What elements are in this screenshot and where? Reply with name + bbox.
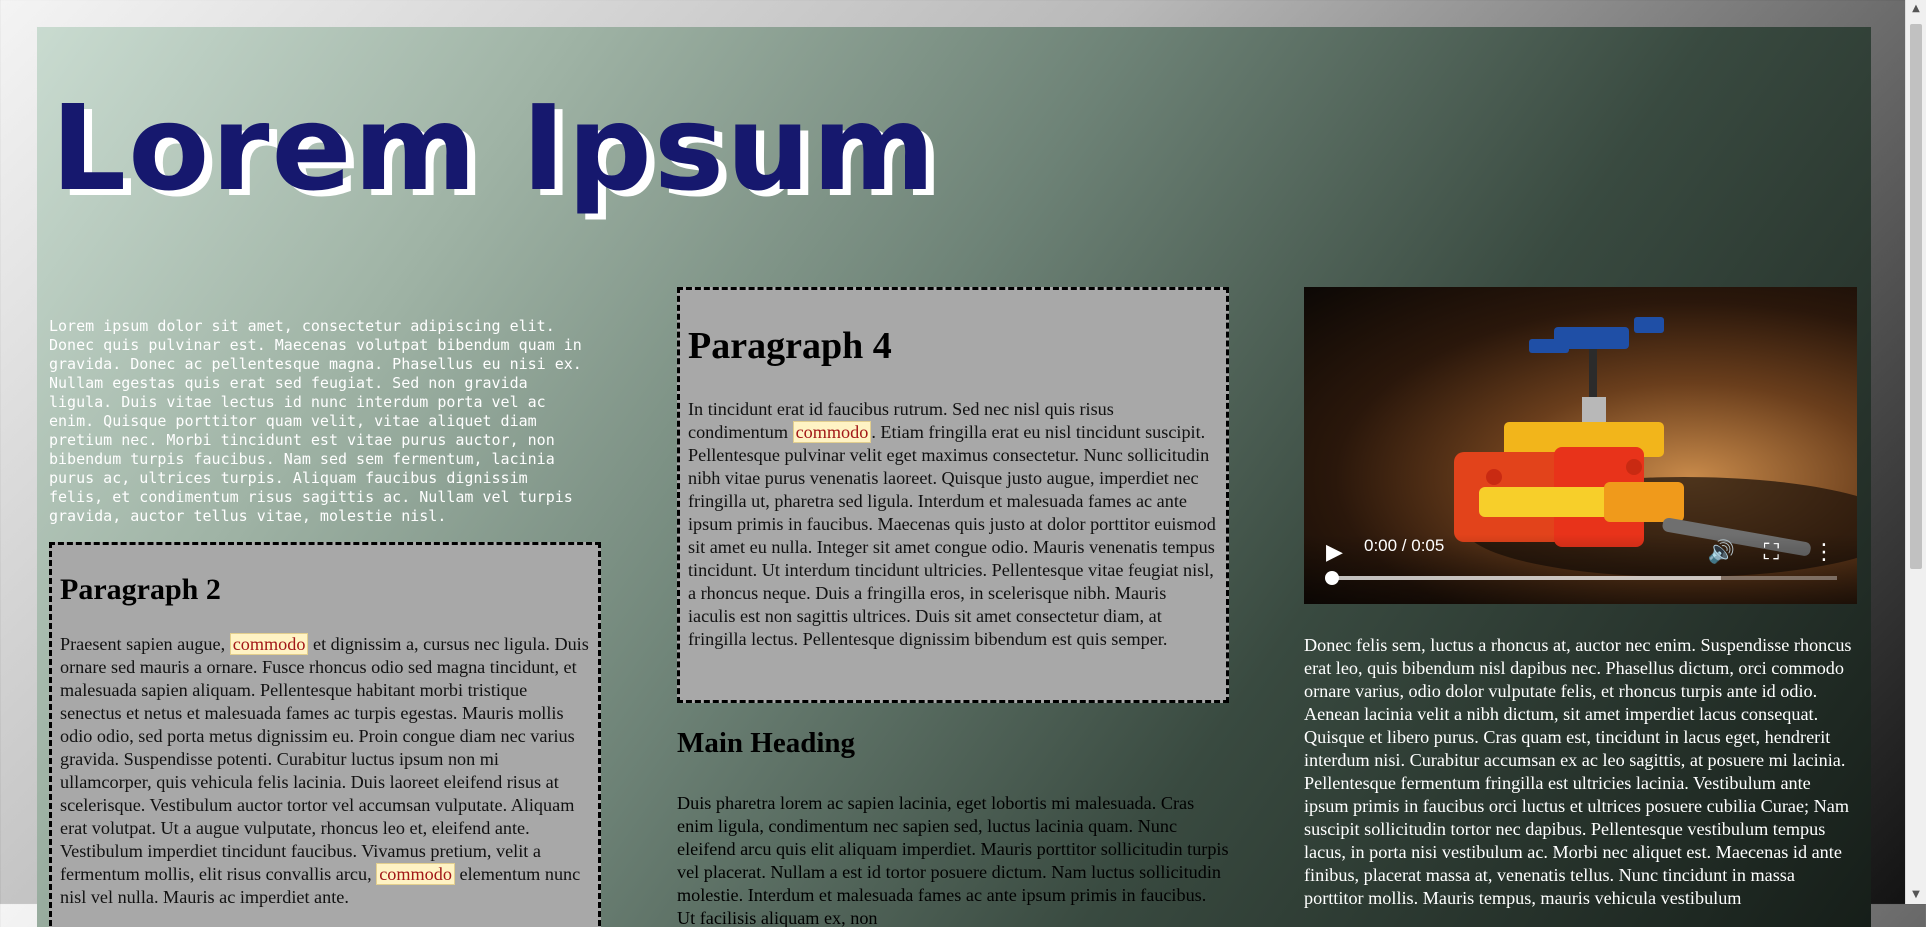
play-icon[interactable]: ▶ bbox=[1326, 542, 1343, 564]
video-player[interactable]: ▶ 0:00 / 0:05 🔊 ⛶ ⋮ bbox=[1304, 287, 1857, 604]
video-progress-bar[interactable] bbox=[1325, 571, 1837, 585]
paragraph-4-text: In tincidunt erat id faucibus rutrum. Se… bbox=[688, 398, 1218, 651]
video-controls: ▶ 0:00 / 0:05 🔊 ⛶ ⋮ bbox=[1304, 534, 1857, 604]
page-title: Lorem Ipsum bbox=[51, 79, 938, 217]
left-column: Lorem ipsum dolor sit amet, consectetur … bbox=[49, 287, 601, 927]
scrollbar-thumb[interactable] bbox=[1910, 24, 1922, 569]
paragraph-2-text: Praesent sapien augue, commodo et dignis… bbox=[60, 633, 590, 909]
highlight-commodo: commodo bbox=[376, 863, 455, 885]
video-progress-handle[interactable] bbox=[1325, 571, 1339, 585]
middle-column: Paragraph 4 In tincidunt erat id faucibu… bbox=[677, 287, 1229, 927]
fullscreen-icon[interactable]: ⛶ bbox=[1764, 542, 1779, 564]
main-paragraph: Duis pharetra lorem ac sapien lacinia, e… bbox=[677, 793, 1229, 927]
paragraph-2-text-start: Praesent sapien augue, bbox=[60, 634, 230, 654]
scroll-up-icon[interactable]: ▲ bbox=[1906, 0, 1926, 18]
highlight-commodo: commodo bbox=[229, 633, 309, 655]
paragraph-2-box: Paragraph 2 Praesent sapien augue, commo… bbox=[49, 542, 601, 927]
page-container: Lorem Ipsum Lorem ipsum dolor sit amet, … bbox=[37, 27, 1871, 927]
scroll-down-icon[interactable]: ▼ bbox=[1906, 886, 1926, 904]
video-buffered bbox=[1331, 576, 1721, 580]
paragraph-4-heading: Paragraph 4 bbox=[688, 325, 892, 367]
paragraph-4-text-end: . Etiam fringilla erat eu nisl tincidunt… bbox=[688, 422, 1216, 649]
paragraph-2-heading: Paragraph 2 bbox=[60, 573, 221, 606]
more-options-icon[interactable]: ⋮ bbox=[1813, 542, 1835, 564]
video-time: 0:00 / 0:05 bbox=[1364, 536, 1445, 555]
vertical-scrollbar[interactable]: ▲ ▼ bbox=[1905, 0, 1926, 904]
highlight-commodo: commodo bbox=[792, 421, 872, 443]
volume-icon[interactable]: 🔊 bbox=[1708, 542, 1735, 564]
paragraph-4-box: Paragraph 4 In tincidunt erat id faucibu… bbox=[677, 287, 1229, 703]
right-paragraph: Donec felis sem, luctus a rhoncus at, au… bbox=[1304, 635, 1852, 908]
right-column: ▶ 0:00 / 0:05 🔊 ⛶ ⋮ Donec felis sem, luc… bbox=[1304, 287, 1857, 910]
intro-paragraph: Lorem ipsum dolor sit amet, consectetur … bbox=[49, 317, 582, 525]
paragraph-2-text-middle: et dignissim a, cursus nec ligula. Duis … bbox=[60, 634, 589, 884]
main-heading: Main Heading bbox=[677, 727, 856, 759]
